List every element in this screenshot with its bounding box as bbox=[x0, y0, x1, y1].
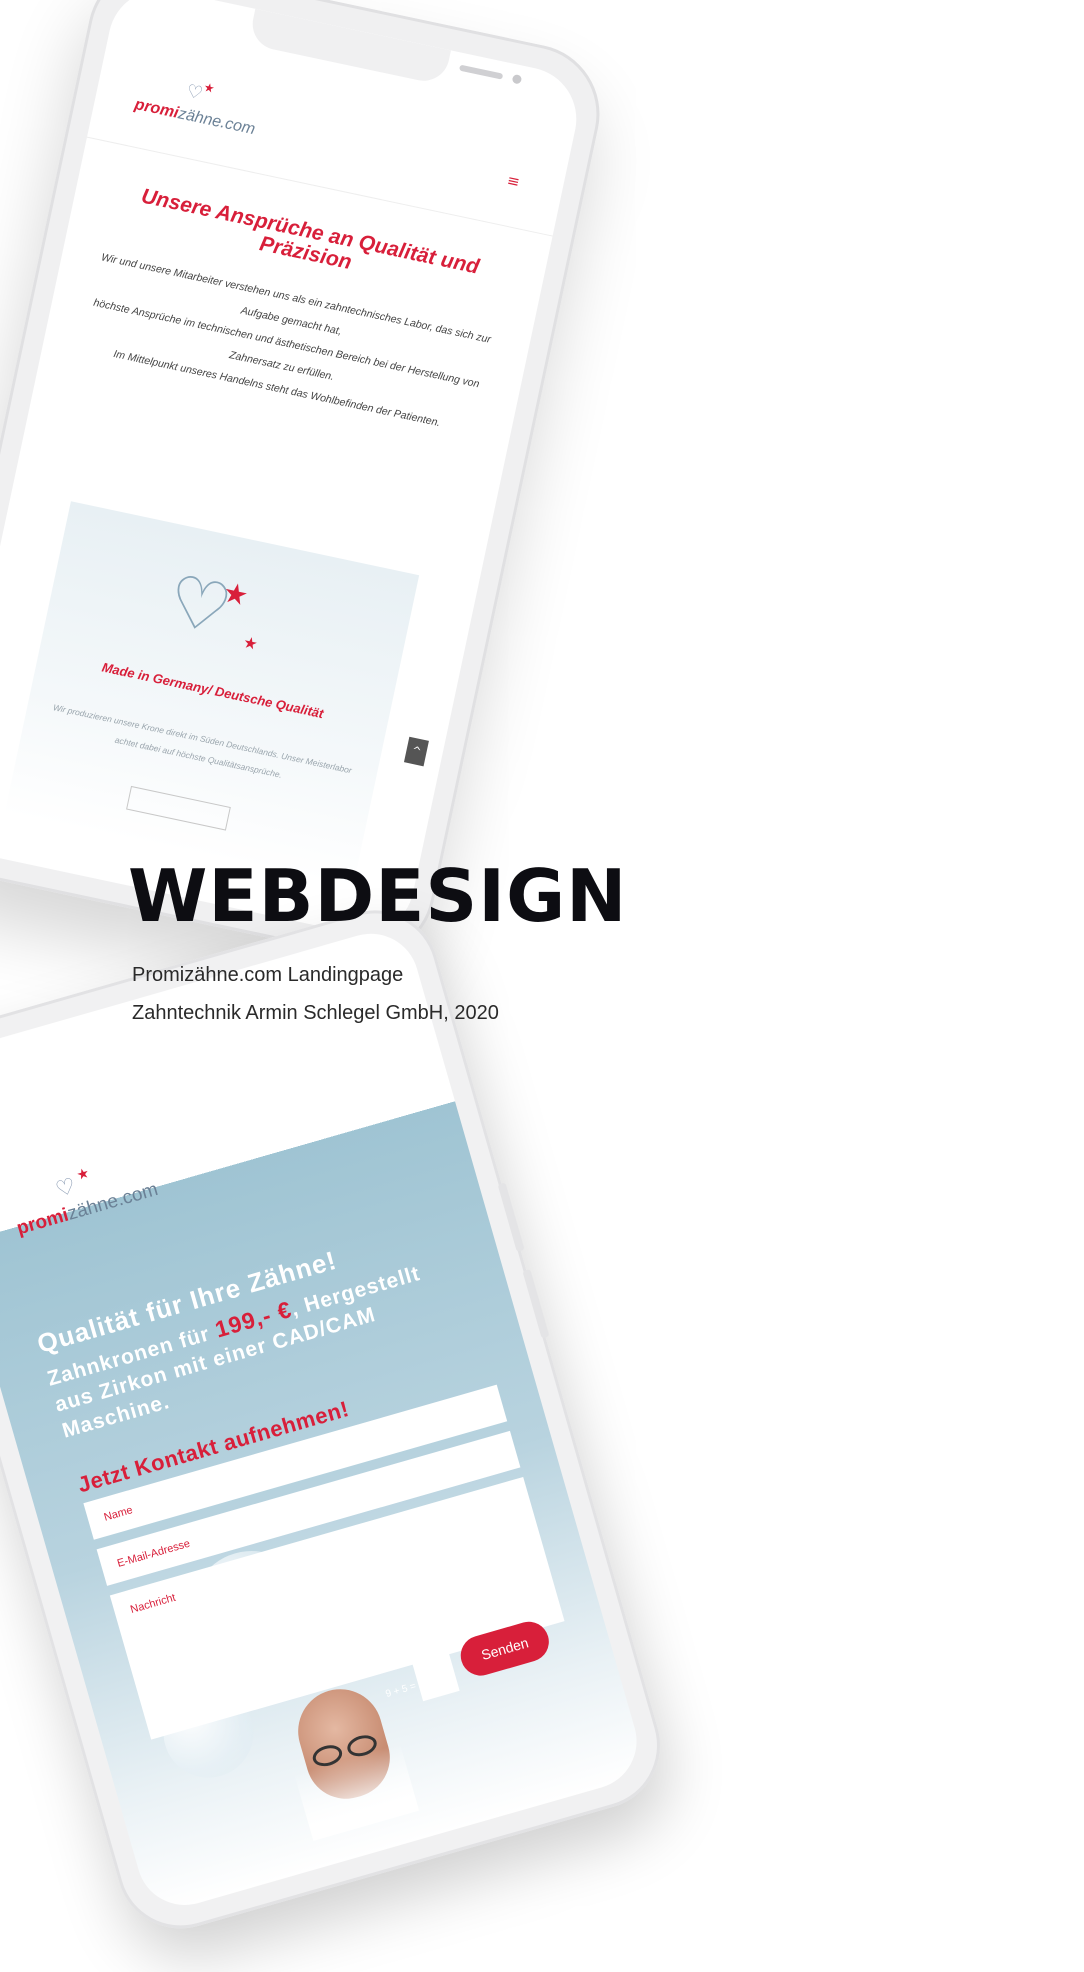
speaker-icon bbox=[458, 64, 504, 80]
logo-text-promi: promi bbox=[133, 96, 181, 122]
tooth-icon: ♡ bbox=[52, 1173, 79, 1204]
page-heading: WEBDESIGN bbox=[128, 854, 628, 938]
card-button[interactable] bbox=[126, 785, 231, 831]
captcha-input[interactable] bbox=[412, 1652, 460, 1702]
captcha-label: 9 + 5 = bbox=[384, 1680, 418, 1701]
logo-text-zaehne: zähne.com bbox=[65, 1179, 161, 1225]
star-icon: ★ bbox=[74, 1165, 92, 1184]
hamburger-menu-icon[interactable]: ≡ bbox=[505, 171, 521, 191]
portrait-image bbox=[275, 1676, 420, 1841]
phone-screen: ♡ ★ promizähne.com ≡ Unsere Ansprüche an… bbox=[0, 0, 586, 944]
project-subtitle: Promizähne.com Landingpage bbox=[132, 964, 404, 986]
tooth-star-icon: ♡ ★ ★ bbox=[160, 558, 260, 654]
client-subtitle: Zahntechnik Armin Schlegel GmbH, 2020 bbox=[132, 1002, 499, 1024]
feature-card: ♡ ★ ★ Made in Germany/ Deutsche Qualität… bbox=[4, 501, 420, 889]
phone-mockup-back: ♡ ★ promizähne.com ≡ Unsere Ansprüche an… bbox=[0, 0, 652, 988]
scroll-to-top-button[interactable]: ^ bbox=[403, 736, 429, 767]
camera-icon bbox=[511, 73, 523, 85]
logo-text-promi: promi bbox=[14, 1204, 71, 1240]
star-icon: ★ bbox=[202, 79, 216, 96]
phone-mockup-front: ♡ ★ promizähne.com Qualität für Ihre Zäh… bbox=[0, 868, 780, 1972]
logo-text-zaehne: zähne.com bbox=[176, 105, 257, 139]
site-logo[interactable]: ♡ ★ promizähne.com bbox=[7, 1137, 219, 1259]
